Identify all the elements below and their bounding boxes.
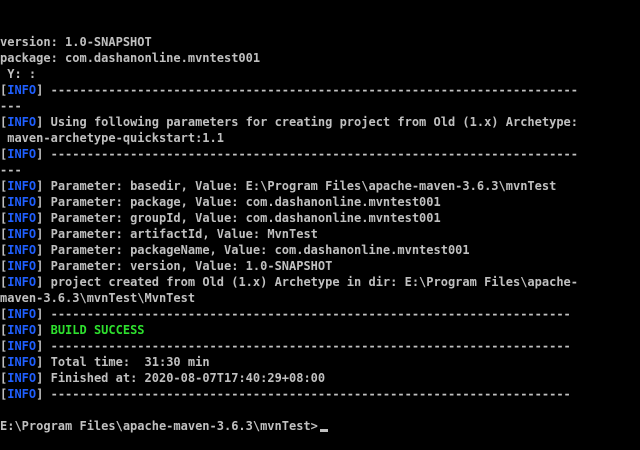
log-message: ----------------------------------------… — [43, 83, 578, 97]
info-tag-label: INFO — [7, 211, 37, 225]
text-cursor[interactable] — [319, 429, 328, 432]
console-line: E:\Program Files\apache-maven-3.6.3\mvnT… — [0, 418, 640, 434]
info-tag-label: INFO — [7, 115, 37, 129]
log-message: ----------------------------------------… — [43, 339, 571, 353]
log-message: ----------------------------------------… — [43, 387, 571, 401]
log-message: version: 1.0-SNAPSHOT — [0, 35, 152, 49]
info-tag-label: INFO — [7, 179, 37, 193]
log-message: --- — [0, 163, 22, 177]
build-success-text: BUILD SUCCESS — [43, 323, 145, 337]
console-output: version: 1.0-SNAPSHOT package: com.dashan… — [0, 34, 640, 434]
console-line: [INFO] Parameter: packageName, Value: co… — [0, 242, 640, 258]
info-tag-label: INFO — [7, 371, 37, 385]
log-message: Total time: 31:30 min — [43, 355, 210, 369]
console-line: [INFO] Parameter: groupId, Value: com.da… — [0, 210, 640, 226]
log-message: Using following parameters for creating … — [43, 115, 578, 129]
info-tag-label: INFO — [7, 83, 37, 97]
log-message: Parameter: package, Value: com.dashanonl… — [43, 195, 441, 209]
console-line: [INFO] Parameter: basedir, Value: E:\Pro… — [0, 178, 640, 194]
console-line: [INFO] Parameter: version, Value: 1.0-SN… — [0, 258, 640, 274]
console-line: [INFO] Parameter: package, Value: com.da… — [0, 194, 640, 210]
info-tag-label: INFO — [7, 243, 37, 257]
log-message: ----------------------------------------… — [43, 147, 578, 161]
console-line: [INFO] Parameter: artifactId, Value: Mvn… — [0, 226, 640, 242]
log-message: ----------------------------------------… — [43, 307, 571, 321]
log-message: Finished at: 2020-08-07T17:40:29+08:00 — [43, 371, 326, 385]
console-line: --- — [0, 162, 640, 178]
console-window[interactable]: version: 1.0-SNAPSHOT package: com.dashan… — [0, 0, 640, 433]
log-message: Y: : — [0, 67, 37, 81]
info-tag-label: INFO — [7, 323, 37, 337]
console-line: [INFO] project created from Old (1.x) Ar… — [0, 274, 640, 290]
log-message: Parameter: groupId, Value: com.dashanonl… — [43, 211, 441, 225]
console-line: [INFO] Using following parameters for cr… — [0, 114, 640, 130]
log-message: Parameter: artifactId, Value: MvnTest — [43, 227, 318, 241]
info-tag-label: INFO — [7, 275, 37, 289]
info-tag-label: INFO — [7, 227, 37, 241]
info-tag-label: INFO — [7, 355, 37, 369]
info-tag-label: INFO — [7, 195, 37, 209]
console-line: [INFO] Total time: 31:30 min — [0, 354, 640, 370]
console-line: maven-archetype-quickstart:1.1 — [0, 130, 640, 146]
console-line: [INFO] Finished at: 2020-08-07T17:40:29+… — [0, 370, 640, 386]
console-line: [INFO] ---------------------------------… — [0, 306, 640, 322]
log-message: maven-3.6.3\mvnTest\MvnTest — [0, 291, 196, 305]
info-tag-label: INFO — [7, 147, 37, 161]
log-message: Parameter: packageName, Value: com.dasha… — [43, 243, 470, 257]
console-line: [INFO] BUILD SUCCESS — [0, 322, 640, 338]
log-message: Parameter: version, Value: 1.0-SNAPSHOT — [43, 259, 333, 273]
console-line: [INFO] ---------------------------------… — [0, 146, 640, 162]
info-tag-label: INFO — [7, 307, 37, 321]
log-message: package: com.dashanonline.mvntest001 — [0, 51, 261, 65]
console-line: package: com.dashanonline.mvntest001 — [0, 50, 640, 66]
log-message: Parameter: basedir, Value: E:\Program Fi… — [43, 179, 557, 193]
info-tag-label: INFO — [7, 387, 37, 401]
console-line: [INFO] ---------------------------------… — [0, 82, 640, 98]
console-line: maven-3.6.3\mvnTest\MvnTest — [0, 290, 640, 306]
console-line: --- — [0, 98, 640, 114]
console-line: version: 1.0-SNAPSHOT — [0, 34, 640, 50]
log-message: project created from Old (1.x) Archetype… — [43, 275, 578, 289]
console-line: Y: : — [0, 66, 640, 82]
info-tag-label: INFO — [7, 339, 37, 353]
command-prompt: E:\Program Files\apache-maven-3.6.3\mvnT… — [0, 419, 318, 433]
console-line: [INFO] ---------------------------------… — [0, 338, 640, 354]
log-message: --- — [0, 99, 22, 113]
info-tag-label: INFO — [7, 259, 37, 273]
log-message: maven-archetype-quickstart:1.1 — [0, 131, 224, 145]
